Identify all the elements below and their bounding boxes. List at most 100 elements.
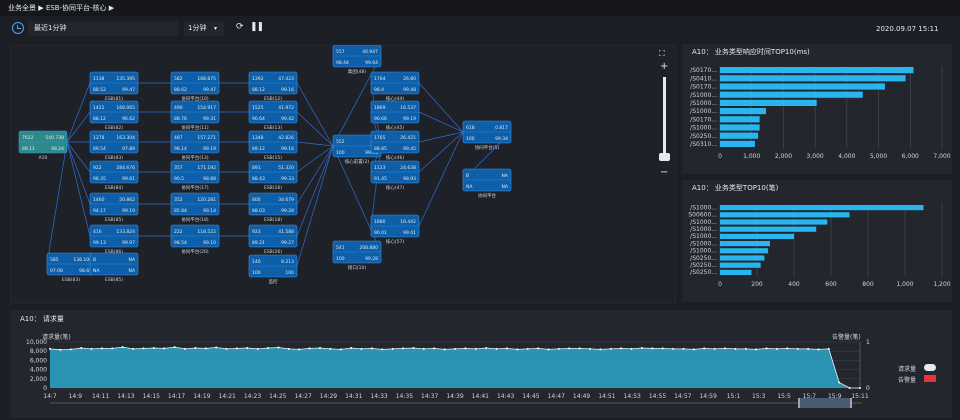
node-value: 891 — [252, 165, 261, 171]
topology-edge — [296, 145, 334, 267]
node-value: 98.44 — [336, 60, 349, 66]
data-point — [225, 347, 228, 350]
topology-node[interactable]: 1278 163.304 89.54 97.89 ESB(83) — [89, 130, 139, 161]
bar — [720, 241, 770, 247]
legend-item-requests[interactable]: 请求量 — [898, 364, 916, 373]
topology-edge — [418, 82, 464, 133]
topology-edge — [296, 82, 334, 147]
topology-node[interactable]: 541 208.880 100 99.28 接口(10) — [332, 240, 382, 271]
data-point — [100, 347, 103, 350]
x-tick-label: 5,000 — [870, 153, 887, 160]
time-scrollbar-handle[interactable] — [798, 398, 852, 408]
data-point — [599, 348, 602, 351]
legend-item-alarms[interactable]: 告警量 — [898, 375, 916, 384]
node-value: NA — [502, 184, 509, 190]
node-value: 88.85 — [374, 146, 387, 152]
bar — [720, 219, 828, 225]
topology-node[interactable]: 490 154.917 88.76 99.31 协同平台(11) — [170, 100, 220, 131]
topology-node[interactable]: 800 34.679 88.03 99.28 ESB(18) — [248, 192, 298, 223]
time-scrollbar-track[interactable] — [50, 402, 862, 404]
category-label: /S0250... — [690, 262, 717, 269]
data-point — [568, 347, 571, 350]
category-label: /S0250... — [690, 269, 717, 276]
breadcrumb[interactable]: 业务全景 ▶ ESB-协同平台-核心 ▶ — [8, 0, 114, 16]
topology-node[interactable]: 891 51.320 88.43 99.33 ESB(16) — [248, 160, 298, 191]
topology-node[interactable]: B NA NA NA ESB(85) — [89, 252, 139, 283]
topology-node[interactable]: 357 171.192 90.5 98.88 协同平台(17) — [170, 160, 220, 191]
node-value: 51.320 — [278, 165, 294, 171]
bar — [720, 140, 755, 147]
x-tick-label: 14:57 — [674, 393, 691, 400]
topology-node[interactable]: 487 157.271 98.14 99.19 协同平台(13) — [170, 130, 220, 161]
legend-swatch-requests — [924, 364, 936, 371]
node-value: 97.08 — [50, 268, 63, 274]
zoom-in-button[interactable]: + — [660, 61, 668, 72]
response-time-panel: A10： 业务类型响应时间TOP10(ms) 0 1,000 2,000 3,000 4… — [682, 44, 952, 174]
topology-node[interactable]: 222 118.522 98.54 99.10 协同平台(20) — [170, 224, 220, 255]
data-point — [360, 347, 363, 350]
fullscreen-icon[interactable]: ⛶ — [659, 49, 665, 59]
zoom-out-button[interactable]: − — [660, 167, 668, 178]
topology-node[interactable]: 1348 42.826 89.12 99.16 ESB(15) — [248, 130, 298, 161]
business-count-panel: A10： 业务类型TOP10(笔) 0 200 400 600 800 1,000 1,20… — [682, 180, 952, 302]
topology-node[interactable]: 1138 135.39588.52 99.47ESB(81) — [89, 71, 139, 102]
data-point — [339, 348, 342, 351]
node-value: 99.19 — [403, 116, 416, 122]
topology-node[interactable]: 7622 540.738 89.11 98.24A10 — [18, 130, 68, 161]
node-value: 99.33 — [281, 176, 294, 182]
topology-node[interactable]: 1525 41.972 90.64 99.42 ESB(13) — [248, 100, 298, 131]
node-value: 557 — [336, 49, 345, 55]
node-label: 核心前置(2) — [345, 158, 370, 165]
refresh-icon[interactable]: ⟳ — [236, 22, 244, 32]
time-range-select[interactable]: 最近1分钟 — [28, 21, 178, 36]
chevron-down-icon[interactable]: ▾ — [214, 21, 217, 36]
topology-node[interactable]: 1880 16.442 90.01 99.41 核心(57) — [370, 214, 420, 245]
x-tick-label: 1,000 — [743, 153, 760, 160]
interval-select[interactable]: 1分钟 — [184, 21, 224, 36]
node-value: 585 — [50, 257, 59, 263]
topology-node[interactable]: 1123 24.638 91.45 98.93 核心(47) — [370, 160, 420, 191]
data-point — [59, 348, 62, 351]
x-tick-label: 1,000 — [896, 281, 913, 288]
node-value: 800 — [252, 197, 261, 203]
data-point — [152, 347, 155, 349]
node-value: 100 — [252, 270, 261, 276]
zoom-slider-track[interactable] — [663, 77, 666, 157]
topology-node[interactable]: 1764 26.8098.4 99.48核心(44) — [370, 71, 420, 102]
x-tick-label: 14:21 — [219, 393, 236, 400]
topology-node[interactable]: 1392 47.42388.12 99.16ESB(12) — [248, 71, 298, 102]
node-value: 98.4 — [374, 87, 384, 93]
data-point — [267, 347, 270, 349]
topology-node[interactable]: 1460 50.862 94.17 99.19 ESB(85) — [89, 192, 139, 223]
data-point — [537, 347, 540, 350]
topology-node[interactable]: 582 168.87588.62 99.47协同平台(10) — [170, 71, 220, 102]
topology-node[interactable]: 618 0.817 100 99.34 协同平台(5) — [462, 120, 512, 151]
topology-node[interactable]: 140 8.213 100 100 监控 — [248, 254, 298, 285]
node-value: 922 — [93, 165, 102, 171]
data-point — [308, 347, 311, 350]
x-tick-label: 14:45 — [522, 393, 539, 400]
data-point — [547, 348, 550, 351]
data-point — [703, 347, 706, 350]
data-point — [786, 347, 789, 350]
node-value: 157.271 — [197, 135, 216, 141]
pause-icon[interactable]: ❚❚ — [250, 22, 264, 32]
node-value: 99.16 — [281, 146, 294, 152]
topology-node[interactable]: 352 120.281 85.84 99.14 协同平台(18) — [170, 192, 220, 223]
x-tick-label: 14:11 — [92, 393, 109, 400]
zoom-slider-handle[interactable] — [659, 153, 670, 161]
category-label: /S0310... — [690, 141, 717, 148]
topology-node[interactable]: 922 284.676 98.35 99.61 ESB(84) — [89, 160, 139, 191]
topology-node[interactable]: 585 138.10697.08 98.69ESB(83) — [46, 252, 96, 283]
topology-node[interactable]: B NA NA NA 协同平台 — [462, 168, 512, 199]
clock-icon[interactable] — [12, 22, 24, 34]
node-value: 41.588 — [278, 229, 294, 235]
node-label: ESB(85) — [105, 277, 123, 283]
category-label: /S1000... — [690, 108, 717, 115]
topology-node[interactable]: 416 133.82499.13 99.97ESB(86) — [89, 224, 139, 255]
node-value: 552 — [336, 139, 345, 145]
node-value: 118.522 — [197, 229, 216, 235]
topology-node[interactable]: 923 41.588 89.21 99.27 ESB(26) — [248, 224, 298, 255]
topology-node[interactable]: 557 46.947 98.44 99.64 集团(48) — [332, 45, 382, 75]
topology-node[interactable]: 1421 168.065 88.12 96.62 ESB(82) — [89, 100, 139, 131]
